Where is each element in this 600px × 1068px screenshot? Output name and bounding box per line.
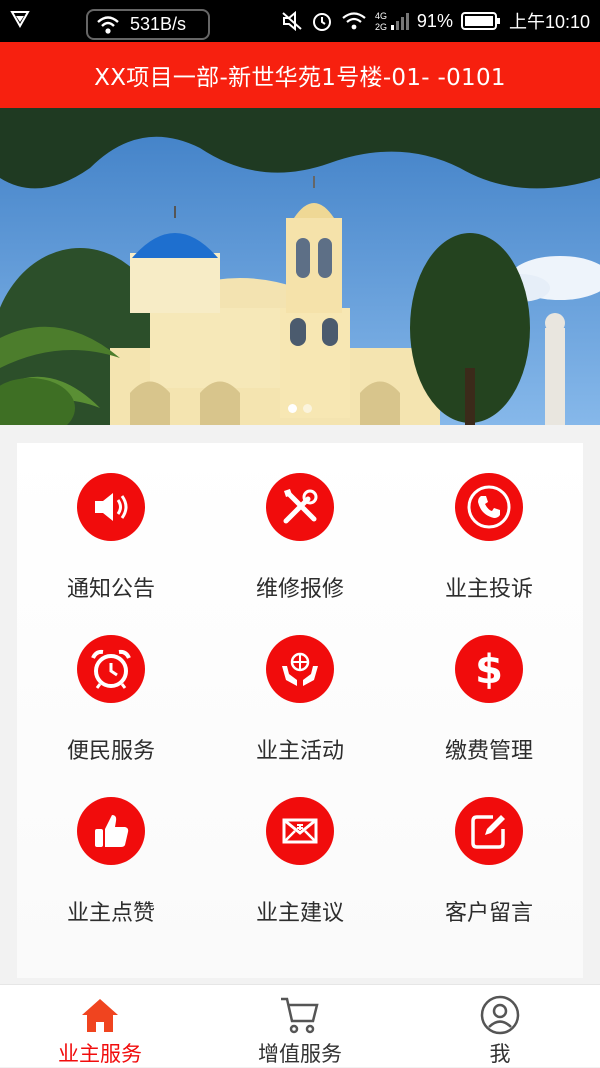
service-like[interactable]: 业主点赞 [17,767,205,929]
carousel-dot[interactable] [303,404,312,413]
edit-icon [455,797,523,865]
home-icon [78,994,122,1036]
alarm-clock-icon [77,635,145,703]
tab-label: 增值服务 [258,1042,342,1066]
status-right: 4G 2G 91% 上午10:10 [281,8,590,34]
tab-me[interactable]: 我 [400,985,600,1068]
battery-icon [460,12,500,30]
wifi-status-icon [342,12,366,30]
service-label: 业主点赞 [66,901,155,926]
signal-icon: 4G 2G [375,11,409,32]
battery-percent: 91% [416,10,453,31]
bottom-tab-bar: 业主服务 增值服务 我 [0,984,600,1067]
net-speed-text: 531B/s [130,14,187,34]
dollar-icon: $ [455,635,523,703]
tab-owner-services[interactable]: 业主服务 [0,985,200,1068]
mail-icon [266,797,334,865]
wifi-icon [97,15,119,34]
tools-icon [266,473,334,541]
service-message[interactable]: 客户留言 [395,767,583,929]
globe-hands-icon [266,635,334,703]
banner-carousel[interactable] [0,108,600,425]
service-label: 客户留言 [444,901,533,926]
phone-icon [455,473,523,541]
service-label: 缴费管理 [444,739,533,764]
network-speed-pill: 531B/s [86,9,210,40]
carousel-dots [0,404,600,413]
shield-notification-icon [10,11,30,28]
service-grid: 通知公告 维修报修 业主投诉 便民服务 业主活动 $ 缴费管理 业主点赞 业主建… [17,443,583,978]
status-left [10,10,30,28]
service-activity[interactable]: 业主活动 [206,605,394,767]
header-bar: XX项目一部-新世华苑1号楼-01- -0101 [0,42,600,108]
page-title: XX项目一部-新世华苑1号楼-01- -0101 [94,65,506,91]
status-bar: 531B/s 4G 2G 91% 上午10:10 [0,0,600,42]
service-payment[interactable]: $ 缴费管理 [395,605,583,767]
service-label: 业主活动 [255,739,344,764]
speaker-icon [77,473,145,541]
service-repair[interactable]: 维修报修 [206,443,394,605]
carousel-dot[interactable] [288,404,297,413]
banner-image [0,108,600,425]
service-complaint[interactable]: 业主投诉 [395,443,583,605]
service-suggestion[interactable]: 业主建议 [206,767,394,929]
service-label: 便民服务 [66,739,155,764]
thumbs-up-icon [77,797,145,865]
mute-icon [282,11,302,31]
alarm-icon [312,13,331,31]
svg-text:2G: 2G [375,22,387,32]
service-label: 业主建议 [255,901,344,926]
service-label: 通知公告 [66,577,155,602]
tab-label: 我 [489,1042,511,1066]
svg-text:4G: 4G [375,11,387,21]
service-notice[interactable]: 通知公告 [17,443,205,605]
service-convenience[interactable]: 便民服务 [17,605,205,767]
tab-label: 业主服务 [58,1042,142,1066]
clock-text: 上午10:10 [508,12,590,32]
service-label: 维修报修 [255,577,344,602]
user-icon [478,994,522,1036]
svg-text:$: $ [475,647,503,693]
tab-value-added[interactable]: 增值服务 [200,985,400,1068]
service-label: 业主投诉 [444,577,533,602]
cart-icon [278,994,322,1036]
